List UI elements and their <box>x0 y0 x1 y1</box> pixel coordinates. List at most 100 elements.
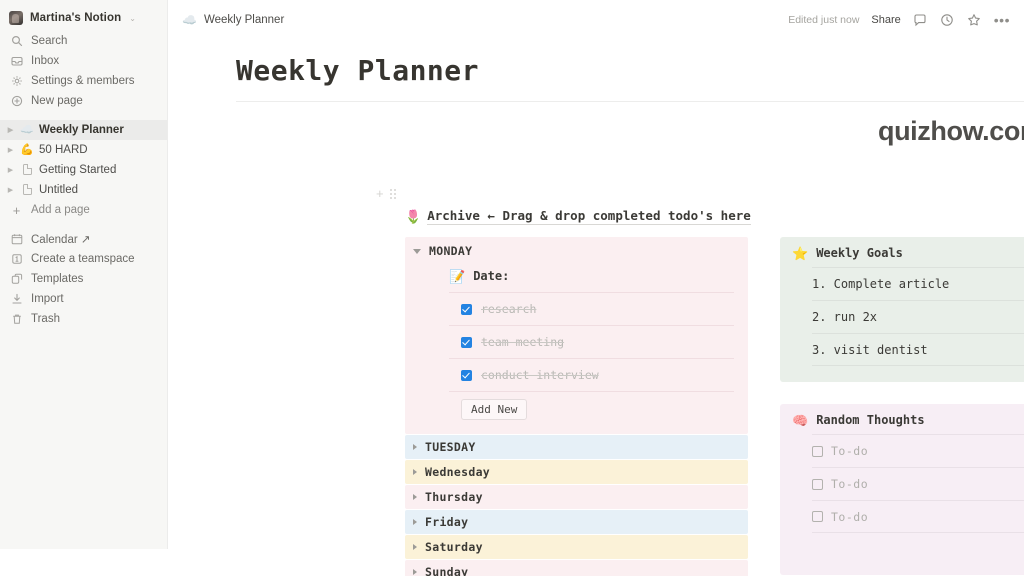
chevron-down-icon[interactable]: ⌄ <box>129 14 136 23</box>
weekly-goals-title: Weekly Goals <box>816 246 903 260</box>
sidebar-item-trash[interactable]: Trash <box>0 309 167 329</box>
star-icon[interactable] <box>967 13 982 28</box>
sidebar-page-weekly-planner[interactable]: ▶ ☁️ Weekly Planner <box>0 120 167 140</box>
goal-label: 2. run 2x <box>812 310 878 324</box>
checkbox-unchecked[interactable] <box>812 478 823 490</box>
chevron-right-icon[interactable] <box>413 569 417 575</box>
day-block-thursday[interactable]: Thursday <box>405 485 748 509</box>
page-content: Weekly Planner quizhow.com + 🌷 Archive ←… <box>168 40 1024 576</box>
templates-icon <box>10 273 23 286</box>
day-block-sunday[interactable]: Sunday <box>405 560 748 576</box>
add-block-icon[interactable]: + <box>376 187 384 200</box>
chevron-right-icon[interactable]: ▶ <box>6 126 15 134</box>
notion-app-window: Martina's Notion ⌄ Search Inbox Settings… <box>0 0 1024 576</box>
chevron-right-icon[interactable]: ▶ <box>6 166 15 174</box>
trash-icon <box>10 313 23 326</box>
goal-item[interactable]: 3. visit dentist <box>812 333 1024 366</box>
block-handle-group: + <box>376 187 396 200</box>
watermark: quizhow.com <box>878 116 1024 146</box>
checkbox-unchecked[interactable] <box>812 511 823 522</box>
gear-icon <box>10 75 23 88</box>
topbar: ☁️ Weekly Planner Edited just now Share … <box>168 0 1024 40</box>
page-title[interactable]: Weekly Planner <box>236 54 1024 87</box>
share-button[interactable]: Share <box>871 14 900 26</box>
sidebar-divider <box>0 111 167 120</box>
more-icon[interactable]: ••• <box>994 13 1010 27</box>
memo-icon: 📝 <box>449 268 466 284</box>
date-row[interactable]: 📝 Date: <box>449 265 734 292</box>
sidebar-item-templates[interactable]: Templates <box>0 269 167 289</box>
chevron-right-icon[interactable] <box>413 469 417 475</box>
day-label: Thursday <box>425 490 483 504</box>
chevron-right-icon[interactable] <box>413 444 417 450</box>
import-icon <box>10 293 23 306</box>
weekly-goals-header: ⭐ Weekly Goals <box>792 246 1024 267</box>
day-header-monday[interactable]: MONDAY <box>405 237 748 265</box>
todo-item[interactable]: research <box>449 292 734 325</box>
goal-item[interactable]: 1. Complete article <box>812 267 1024 300</box>
sidebar-item-import[interactable]: Import <box>0 289 167 309</box>
todo-item[interactable]: conduct interview <box>449 358 734 391</box>
sidebar-page-50-hard[interactable]: ▶ 💪 50 HARD <box>0 140 167 160</box>
thought-item[interactable]: To-do <box>812 500 1024 533</box>
chevron-right-icon[interactable] <box>413 519 417 525</box>
sidebar-item-create-teamspace[interactable]: Create a teamspace <box>0 249 167 269</box>
clock-icon[interactable] <box>940 13 955 28</box>
sidebar-page-label: Untitled <box>39 184 78 196</box>
thought-item[interactable]: To-do <box>812 467 1024 500</box>
sidebar-page-label: 50 HARD <box>39 144 88 156</box>
sidebar-item-label: Templates <box>31 273 84 285</box>
columns: MONDAY 📝 Date: research team meeting con… <box>405 237 1024 576</box>
drag-handle-icon[interactable] <box>389 188 396 199</box>
sidebar-item-label: Search <box>31 35 68 47</box>
goal-item[interactable]: 2. run 2x <box>812 300 1024 333</box>
day-label: TUESDAY <box>425 440 476 454</box>
checkbox-checked[interactable] <box>461 369 472 381</box>
add-new-button[interactable]: Add New <box>461 399 528 420</box>
random-thoughts-header: 🧠 Random Thoughts <box>792 413 1024 434</box>
thought-item[interactable]: To-do <box>812 434 1024 467</box>
checkbox-checked[interactable] <box>461 303 472 315</box>
sidebar-item-settings[interactable]: Settings & members <box>0 71 167 91</box>
teamspace-icon <box>10 253 23 266</box>
breadcrumb[interactable]: ☁️ Weekly Planner <box>182 14 284 26</box>
todo-label: research <box>481 302 537 316</box>
todo-item[interactable]: team meeting <box>449 325 734 358</box>
right-column: ⭐ Weekly Goals 1. Complete article 2. ru… <box>780 237 1024 576</box>
checkbox-checked[interactable] <box>461 336 472 348</box>
add-page-button[interactable]: + Add a page <box>0 200 167 220</box>
document-icon <box>20 163 34 177</box>
day-block-wednesday[interactable]: Wednesday <box>405 460 748 484</box>
sidebar-item-new-page[interactable]: New page <box>0 91 167 111</box>
day-block-tuesday[interactable]: TUESDAY <box>405 435 748 459</box>
chevron-right-icon[interactable] <box>413 544 417 550</box>
sidebar-page-label: Weekly Planner <box>39 124 124 136</box>
cloud-icon: ☁️ <box>20 123 34 136</box>
day-label: Wednesday <box>425 465 491 479</box>
checkbox-unchecked[interactable] <box>812 445 823 457</box>
inbox-icon <box>10 55 23 68</box>
comment-icon[interactable] <box>913 13 928 28</box>
sidebar-page-getting-started[interactable]: ▶ Getting Started <box>0 160 167 180</box>
page-title-wrap: Weekly Planner <box>168 40 1024 102</box>
archive-link[interactable]: 🌷 Archive ← Drag & drop completed todo's… <box>405 208 751 225</box>
sidebar-item-search[interactable]: Search <box>0 31 167 51</box>
sidebar-item-calendar[interactable]: Calendar ↗ <box>0 229 167 249</box>
chevron-right-icon[interactable]: ▶ <box>6 146 15 154</box>
date-label: Date: <box>473 269 510 283</box>
goal-label: 1. Complete article <box>812 277 950 291</box>
sidebar-item-label: Calendar ↗ <box>31 234 91 246</box>
day-block-friday[interactable]: Friday <box>405 510 748 534</box>
sidebar-item-inbox[interactable]: Inbox <box>0 51 167 71</box>
add-new-wrap: Add New <box>449 391 734 420</box>
chevron-right-icon[interactable]: ▶ <box>6 186 15 194</box>
breadcrumb-label: Weekly Planner <box>203 14 285 26</box>
workspace-switcher[interactable]: Martina's Notion ⌄ <box>0 5 167 31</box>
day-block-saturday[interactable]: Saturday <box>405 535 748 559</box>
chevron-right-icon[interactable] <box>413 494 417 500</box>
workspace-name: Martina's Notion <box>30 12 122 24</box>
sidebar-page-untitled[interactable]: ▶ Untitled <box>0 180 167 200</box>
edited-status: Edited just now <box>788 14 860 26</box>
chevron-down-icon[interactable] <box>413 248 421 254</box>
archive-label: Archive ← Drag & drop completed todo's h… <box>427 208 751 225</box>
